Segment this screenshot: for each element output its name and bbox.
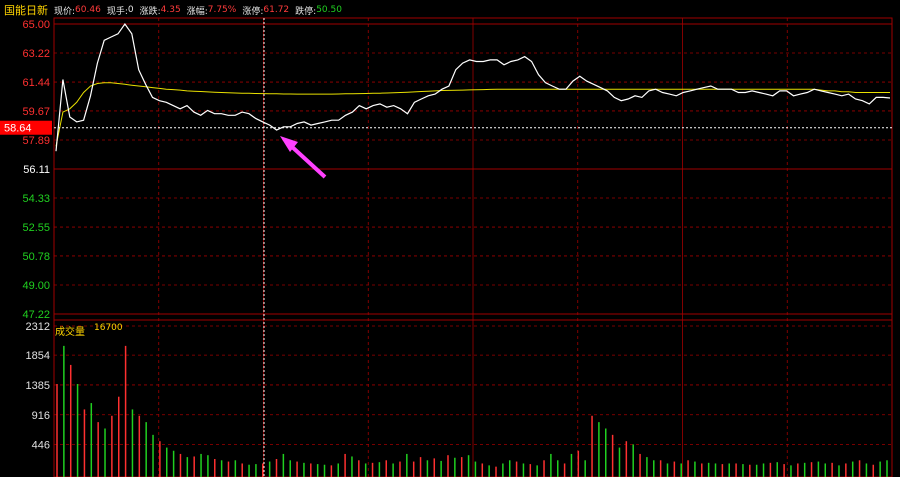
price-axis: 65.00 63.22 61.44 59.67 57.89 56.11 54.33 52.55… bbox=[22, 19, 50, 321]
volume-axis: 2312 1854 1385 916 446 bbox=[26, 321, 50, 452]
price-tick-label: 63.22 bbox=[22, 48, 50, 60]
svg-text:58.64: 58.64 bbox=[4, 123, 32, 135]
pct-value: 7.75% bbox=[207, 5, 237, 15]
volume-tick-label: 1385 bbox=[26, 380, 50, 392]
intraday-chart[interactable]: 65.00 63.22 61.44 59.67 57.89 56.11 54.33 52.55… bbox=[0, 0, 900, 477]
volume-title: 成交量 bbox=[55, 327, 85, 338]
volume-max: 16700 bbox=[94, 323, 123, 333]
annotation-arrow-icon bbox=[280, 136, 327, 179]
limit-up-value: 61.72 bbox=[263, 5, 290, 15]
pct-label: 涨幅: bbox=[186, 6, 208, 17]
volume-tick-label: 2312 bbox=[26, 321, 50, 333]
limit-up-label: 涨停: bbox=[242, 6, 264, 17]
price-tick-label: 56.11 bbox=[23, 164, 50, 176]
price-tick-label: 49.00 bbox=[22, 280, 50, 292]
chart-grid bbox=[53, 17, 893, 477]
price-value: 60.46 bbox=[75, 5, 101, 15]
hand-label: 现手: bbox=[106, 6, 128, 17]
stock-name: 国能日新 bbox=[4, 4, 48, 17]
limit-down-value: 50.50 bbox=[316, 5, 342, 15]
price-tick-label: 59.67 bbox=[22, 106, 50, 118]
volume-bars bbox=[56, 345, 888, 477]
price-tick-label: 61.44 bbox=[22, 77, 50, 89]
volume-tick-label: 916 bbox=[32, 410, 50, 422]
quote-header: 国能日新 现价: 60.46 现手: 0 涨跌: 4.35 涨幅: 7.75% … bbox=[4, 2, 342, 18]
volume-tick-label: 446 bbox=[32, 440, 50, 452]
price-tick-label: 54.33 bbox=[22, 193, 50, 205]
hand-value: 0 bbox=[127, 5, 134, 15]
price-tick-label: 57.89 bbox=[22, 135, 50, 147]
price-tick-label: 50.78 bbox=[22, 251, 50, 263]
change-value: 4.35 bbox=[160, 5, 181, 15]
price-label: 现价: bbox=[54, 6, 76, 17]
price-tick-label: 65.00 bbox=[22, 19, 50, 31]
price-tick-label: 47.22 bbox=[22, 309, 50, 321]
change-label: 涨跌: bbox=[139, 6, 161, 17]
price-tick-label: 52.55 bbox=[22, 222, 50, 234]
limit-down-label: 跌停: bbox=[295, 6, 317, 17]
price-marker: 58.64 bbox=[0, 120, 52, 135]
volume-tick-label: 1854 bbox=[26, 350, 50, 362]
